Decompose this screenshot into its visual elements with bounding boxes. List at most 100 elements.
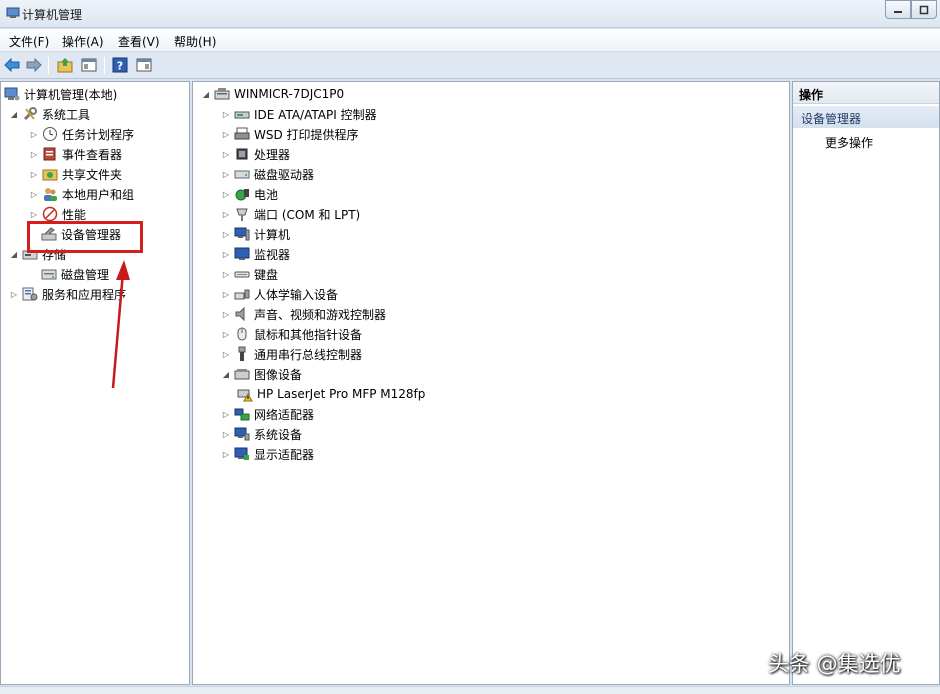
- monitor-icon: [234, 246, 250, 262]
- expand-arrow-icon[interactable]: ▷: [221, 289, 231, 299]
- back-arrow-icon[interactable]: [3, 56, 21, 74]
- expand-arrow-icon[interactable]: ▷: [221, 109, 231, 119]
- device-category[interactable]: ▷ 处理器: [221, 144, 290, 164]
- device-category[interactable]: ▷ 系统设备: [221, 424, 302, 444]
- expand-arrow-icon[interactable]: ▷: [29, 189, 39, 199]
- tree-label: 系统工具: [42, 107, 91, 122]
- tree-item-system-tools[interactable]: ◢ 系统工具: [9, 104, 90, 124]
- status-bar: [0, 686, 940, 694]
- expand-arrow-icon[interactable]: ▷: [221, 409, 231, 419]
- watermark: 头条 @集选优: [768, 652, 901, 676]
- expand-arrow-icon[interactable]: ▷: [221, 349, 231, 359]
- toolbar: ?: [0, 53, 940, 79]
- device-label: 键盘: [254, 267, 279, 282]
- actions-header: 操作: [793, 82, 939, 104]
- expand-arrow-icon[interactable]: ▷: [29, 209, 39, 219]
- computer-management-icon: [4, 86, 20, 102]
- collapse-arrow-icon[interactable]: ◢: [9, 109, 19, 119]
- keyboard-icon: [234, 266, 250, 282]
- expand-arrow-icon[interactable]: ▷: [221, 209, 231, 219]
- computer-icon: [234, 226, 250, 242]
- services-icon: [22, 286, 38, 302]
- device-category[interactable]: ▷ 监视器: [221, 244, 290, 264]
- more-actions-link[interactable]: 更多操作: [825, 134, 873, 151]
- collapse-arrow-icon[interactable]: ◢: [221, 369, 231, 379]
- device-category[interactable]: ▷ 声音、视频和游戏控制器: [221, 304, 386, 324]
- device-label: 系统设备: [254, 427, 303, 442]
- expand-arrow-icon[interactable]: ▷: [221, 309, 231, 319]
- device-category[interactable]: ▷ 通用串行总线控制器: [221, 344, 362, 364]
- device-category[interactable]: ▷ 电池: [221, 184, 278, 204]
- menu-file[interactable]: 文件(F): [9, 33, 49, 50]
- device-label: 计算机: [254, 227, 291, 242]
- device-label: 网络适配器: [254, 407, 315, 422]
- tree-item-task-scheduler[interactable]: ▷ 任务计划程序: [29, 124, 134, 144]
- help-icon[interactable]: ?: [111, 56, 129, 74]
- device-category[interactable]: ◢ 图像设备: [221, 364, 302, 384]
- minimize-button[interactable]: [885, 0, 911, 19]
- device-category[interactable]: ▷ 键盘: [221, 264, 278, 284]
- tree-label: 共享文件夹: [62, 167, 123, 182]
- expand-arrow-icon[interactable]: ▷: [221, 329, 231, 339]
- imaging-device-icon: [234, 366, 250, 382]
- up-folder-icon[interactable]: [56, 56, 74, 74]
- expand-arrow-icon[interactable]: ▷: [221, 449, 231, 459]
- expand-arrow-icon[interactable]: ▷: [29, 129, 39, 139]
- device-category[interactable]: ▷ 计算机: [221, 224, 290, 244]
- performance-icon: [42, 206, 58, 222]
- device-category[interactable]: ▷ IDE ATA/ATAPI 控制器: [221, 104, 377, 124]
- computer-management-icon: [6, 7, 20, 19]
- expand-arrow-icon[interactable]: ▷: [221, 269, 231, 279]
- device-label: 磁盘驱动器: [254, 167, 315, 182]
- system-device-icon: [234, 426, 250, 442]
- expand-arrow-icon[interactable]: ▷: [9, 289, 19, 299]
- forward-arrow-icon[interactable]: [25, 56, 43, 74]
- menu-bar: 文件(F) 操作(A) 查看(V) 帮助(H): [0, 29, 940, 52]
- device-category[interactable]: ▷ 显示适配器: [221, 444, 314, 464]
- device-category[interactable]: ▷ WSD 打印提供程序: [221, 124, 359, 144]
- expand-arrow-icon[interactable]: ▷: [29, 169, 39, 179]
- tree-item-event-viewer[interactable]: ▷ 事件查看器: [29, 144, 122, 164]
- tree-item-disk-management[interactable]: 磁盘管理: [41, 264, 109, 284]
- annotation-arrow: [111, 260, 130, 389]
- expand-arrow-icon[interactable]: ▷: [221, 129, 231, 139]
- actions-section-device-manager[interactable]: 设备管理器: [793, 106, 939, 128]
- menu-view[interactable]: 查看(V): [118, 33, 160, 50]
- expand-arrow-icon[interactable]: ▷: [221, 429, 231, 439]
- expand-arrow-icon[interactable]: ▷: [29, 149, 39, 159]
- tree-item-shared-folders[interactable]: ▷ 共享文件夹: [29, 164, 122, 184]
- device-category[interactable]: ▷ 人体学输入设备: [221, 284, 338, 304]
- maximize-button[interactable]: [911, 0, 937, 19]
- collapse-arrow-icon[interactable]: ◢: [9, 249, 19, 259]
- ide-controller-icon: [234, 106, 250, 122]
- device-category[interactable]: ▷ 鼠标和其他指针设备: [221, 324, 362, 344]
- collapse-arrow-icon[interactable]: ◢: [201, 89, 211, 99]
- device-label: HP LaserJet Pro MFP M128fp: [257, 387, 426, 401]
- device-tree-root[interactable]: ◢ WINMICR-7DJC1P0: [201, 84, 344, 104]
- hid-icon: [234, 286, 250, 302]
- speaker-icon: [234, 306, 250, 322]
- expand-arrow-icon[interactable]: ▷: [221, 169, 231, 179]
- svg-text:?: ?: [117, 60, 123, 73]
- window-title: 计算机管理: [22, 8, 83, 22]
- show-action-pane-icon[interactable]: [135, 56, 153, 74]
- scanner-warning-icon: [237, 386, 253, 402]
- device-category[interactable]: ▷ 网络适配器: [221, 404, 314, 424]
- menu-help[interactable]: 帮助(H): [174, 33, 216, 50]
- usb-icon: [234, 346, 250, 362]
- tree-label: 计算机管理(本地): [24, 87, 118, 102]
- clock-icon: [42, 126, 58, 142]
- tree-root-computer-management[interactable]: 计算机管理(本地): [4, 84, 117, 104]
- menu-action[interactable]: 操作(A): [62, 33, 104, 50]
- expand-arrow-icon[interactable]: ▷: [221, 149, 231, 159]
- show-hide-tree-icon[interactable]: [80, 56, 98, 74]
- expand-arrow-icon[interactable]: ▷: [221, 229, 231, 239]
- expand-arrow-icon[interactable]: ▷: [221, 249, 231, 259]
- tree-item-local-users[interactable]: ▷ 本地用户和组: [29, 184, 134, 204]
- port-icon: [234, 206, 250, 222]
- device-label: WSD 打印提供程序: [254, 127, 359, 142]
- device-category[interactable]: ▷ 磁盘驱动器: [221, 164, 314, 184]
- expand-arrow-icon[interactable]: ▷: [221, 189, 231, 199]
- device-category[interactable]: ▷ 端口 (COM 和 LPT): [221, 204, 360, 224]
- device-item[interactable]: HP LaserJet Pro MFP M128fp: [237, 384, 425, 404]
